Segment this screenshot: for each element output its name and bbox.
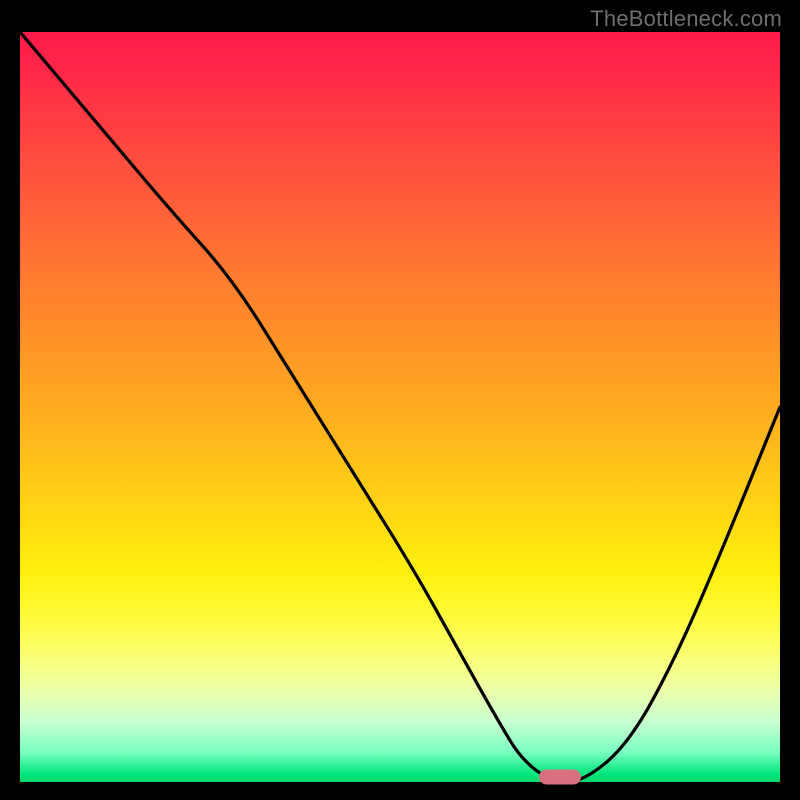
optimal-marker	[539, 769, 581, 784]
bottleneck-curve	[20, 32, 780, 782]
curve-path	[20, 32, 780, 782]
chart-plot-area	[20, 32, 780, 782]
watermark-text: TheBottleneck.com	[590, 6, 782, 32]
